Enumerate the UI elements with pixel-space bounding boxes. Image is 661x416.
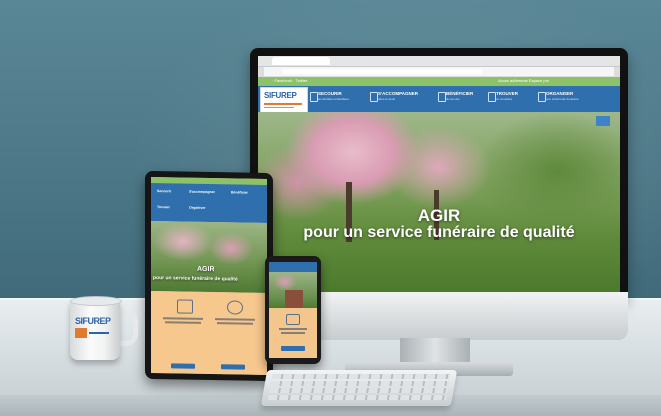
social-links[interactable]: · Facebook · Twitter (272, 78, 307, 83)
browser-tab[interactable] (272, 57, 330, 65)
browser-address-bar (264, 67, 614, 76)
phone-building (285, 290, 303, 308)
tablet-nav-trouver[interactable]: Trouver (157, 205, 170, 209)
site-navigation: SIFUREP SECOURIR les familles endeuillées… (258, 86, 620, 113)
text-line (217, 322, 253, 325)
logo-accent (264, 103, 302, 105)
text-line (215, 318, 255, 321)
tablet-hero-subtitle: pour un service funéraire de qualité (153, 275, 238, 283)
text-line (163, 317, 203, 320)
key-row (271, 374, 451, 379)
tablet-content (151, 290, 267, 376)
mug-logo-mark (75, 328, 87, 338)
tablet-screen: Secourir S'accompagner Bénéficier Trouve… (151, 176, 267, 376)
text-line (165, 321, 201, 324)
phone-navigation[interactable] (269, 262, 317, 272)
nav-item-trouver[interactable]: TROUVER un cimetière (496, 91, 518, 101)
corner-badge[interactable] (596, 116, 610, 126)
hero-subtitle: pour un service funéraire de qualité (303, 224, 575, 241)
tablet-navigation: Secourir S'accompagner Bénéficier Trouve… (151, 182, 267, 224)
tablet-nav-beneficier[interactable]: Bénéficier (231, 190, 248, 194)
hero-title: AGIR (417, 206, 461, 225)
url-field[interactable] (282, 69, 482, 74)
tablet-button[interactable] (221, 364, 245, 370)
mug-logo: SIFUREP (75, 316, 111, 326)
building-icon (286, 314, 300, 325)
phone-button[interactable] (281, 346, 305, 351)
nav-icon (438, 92, 446, 102)
tablet-nav-accompagner[interactable]: S'accompagner (189, 190, 215, 194)
nav-item-secourir[interactable]: SECOURIR les familles endeuillées (318, 91, 349, 101)
mug-handle (117, 310, 138, 346)
tablet-device: Secourir S'accompagner Bénéficier Trouve… (145, 170, 273, 382)
nav-icon (370, 92, 378, 102)
key-row (269, 388, 448, 393)
logo-text: SIFUREP (264, 91, 297, 100)
sifurep-logo[interactable]: SIFUREP (260, 87, 308, 113)
key-row (270, 381, 450, 386)
nav-icon (538, 92, 546, 102)
building-icon (177, 299, 193, 314)
account-links[interactable]: Accès adhérents Espace pro (498, 78, 549, 83)
leaf-icon (227, 300, 243, 315)
key-row (267, 395, 447, 400)
text-line (281, 332, 305, 334)
logo-tagline (264, 107, 294, 108)
text-line (279, 328, 307, 330)
keyboard (260, 370, 458, 406)
tablet-hero-title: AGIR (197, 265, 215, 274)
phone-device (265, 256, 321, 364)
phone-hero-image (269, 272, 317, 308)
nav-icon (488, 92, 496, 102)
mockup-scene: · Facebook · Twitter Accès adhérents Esp… (0, 0, 661, 416)
mug-rim (70, 296, 122, 306)
nav-item-beneficier[interactable]: BÉNÉFICIER du service (446, 91, 473, 101)
nav-icon (310, 92, 318, 102)
top-strip: · Facebook · Twitter Accès adhérents Esp… (258, 77, 620, 86)
browser-tab-bar (258, 56, 620, 67)
tablet-button[interactable] (171, 363, 195, 369)
phone-screen (269, 262, 317, 358)
nav-item-accompagner[interactable]: S'ACCOMPAGNER dans le deuil (378, 91, 418, 101)
tablet-hero-image: AGIR pour un service funéraire de qualit… (151, 220, 267, 294)
nav-item-organiser[interactable]: ORGANISER une cérémonie funéraire (546, 91, 579, 101)
tablet-nav-secourir[interactable]: Secourir (157, 189, 171, 193)
tablet-nav-organiser[interactable]: Organiser (189, 206, 206, 210)
mug-logo-line (89, 332, 109, 334)
